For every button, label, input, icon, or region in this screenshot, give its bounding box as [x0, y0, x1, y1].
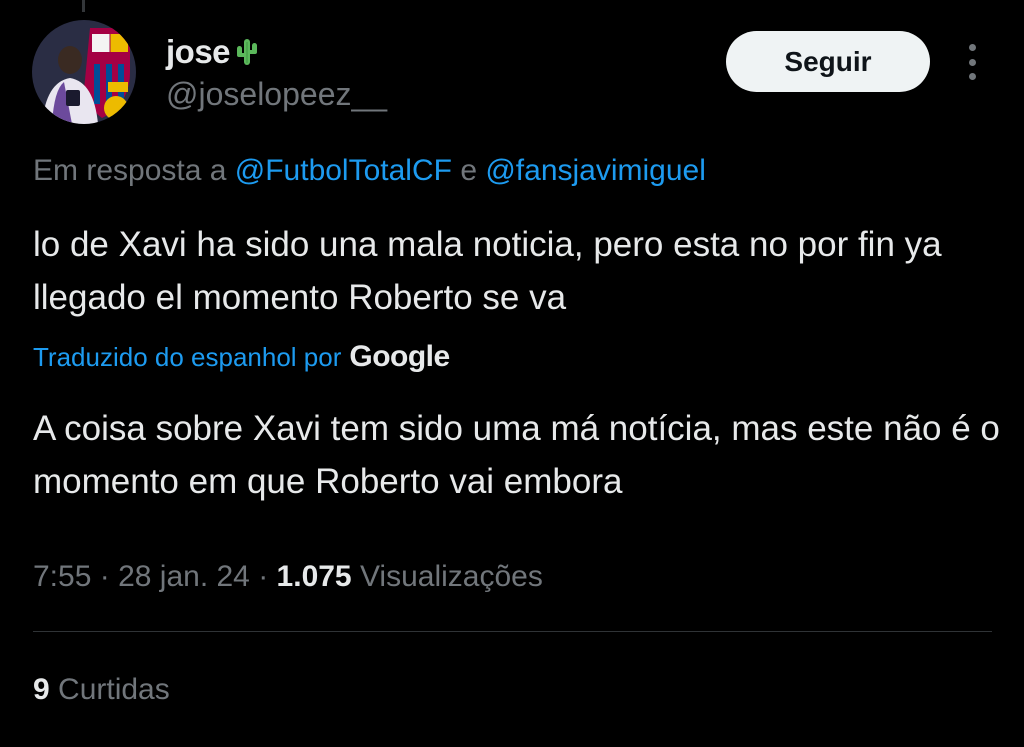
reply-prefix: Em resposta a: [33, 154, 227, 187]
likes-link[interactable]: 9 Curtidas: [33, 673, 170, 707]
tweet-meta: 7:55 · 28 jan. 24 · 1.075 Visualizações: [33, 560, 543, 594]
more-dot: [968, 58, 976, 66]
likes-count: 9: [33, 673, 50, 706]
display-name[interactable]: jose: [166, 33, 231, 71]
translated-tweet-text: A coisa sobre Xavi tem sido uma má notíc…: [33, 409, 1000, 501]
meta-separator: ·: [258, 560, 269, 593]
tweet-time[interactable]: 7:55: [33, 560, 91, 593]
more-vertical-icon[interactable]: [962, 44, 982, 80]
divider: [33, 631, 992, 632]
more-dot: [968, 73, 976, 80]
more-dot: [968, 44, 976, 51]
avatar[interactable]: [32, 20, 136, 124]
user-handle[interactable]: @joselopeez__: [166, 76, 387, 113]
thread-connector-line: [82, 0, 85, 12]
likes-label: Curtidas: [58, 673, 170, 706]
mention-link-fansjavimiguel[interactable]: @fansjavimiguel: [485, 154, 706, 187]
views-count: 1.075: [276, 560, 352, 593]
reply-conjunction: e: [460, 154, 477, 187]
reply-context: Em resposta a @FutbolTotalCF e @fansjavi…: [33, 154, 706, 188]
follow-button[interactable]: Seguir: [726, 31, 930, 92]
display-name-row[interactable]: jose: [166, 33, 258, 71]
tweet-text: lo de Xavi ha sido una mala noticia, per…: [33, 225, 942, 317]
tweet-date[interactable]: 28 jan. 24: [118, 560, 250, 593]
google-logo: Google: [349, 340, 450, 373]
views-label: Visualizações: [359, 560, 543, 593]
cactus-icon: [236, 37, 258, 67]
translation-attribution[interactable]: Traduzido do espanhol por Google: [33, 340, 450, 374]
mention-link-futboltotalcf[interactable]: @FutbolTotalCF: [235, 154, 452, 187]
translation-label[interactable]: Traduzido do espanhol por: [33, 342, 341, 373]
meta-separator: ·: [99, 560, 110, 593]
